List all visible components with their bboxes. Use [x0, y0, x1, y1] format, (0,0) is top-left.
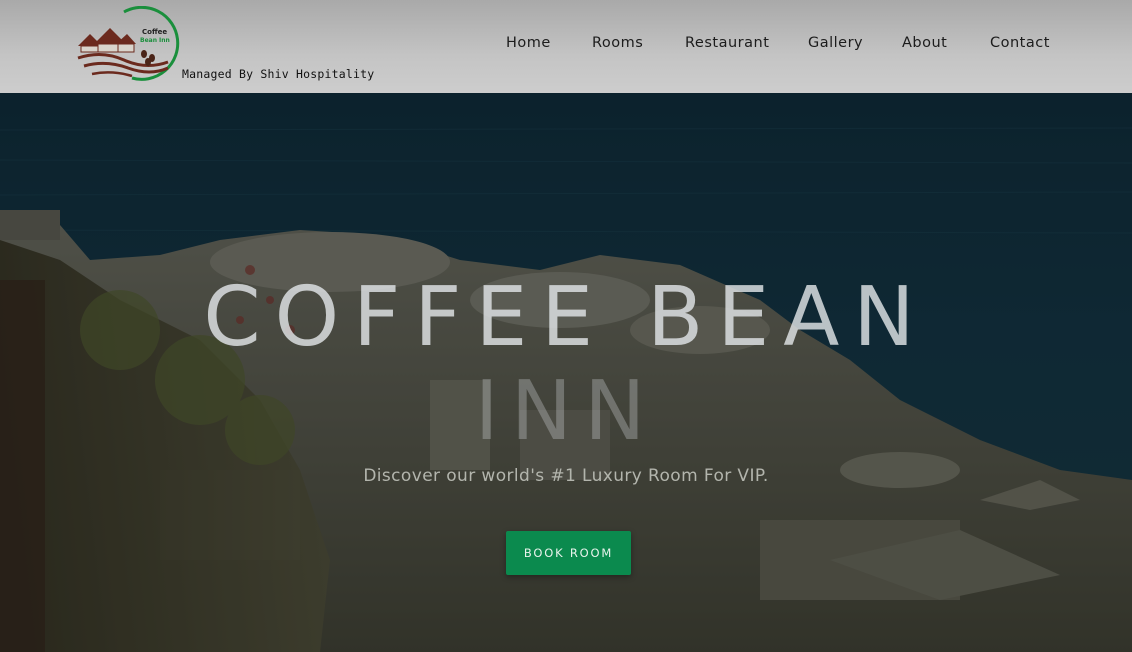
nav-home[interactable]: Home [506, 35, 551, 51]
book-room-button[interactable]: BOOK ROOM [506, 531, 631, 575]
main-nav: Home Rooms Restaurant Gallery About Cont… [0, 35, 1132, 57]
hero-title-line1: COFFEE BEAN [203, 270, 929, 365]
nav-gallery[interactable]: Gallery [808, 35, 863, 51]
logo-tagline: Managed By Shiv Hospitality [182, 67, 375, 81]
hero-title-line2: INN [474, 364, 658, 459]
nav-contact[interactable]: Contact [990, 35, 1050, 51]
nav-about[interactable]: About [902, 35, 947, 51]
nav-rooms[interactable]: Rooms [592, 35, 643, 51]
hero-subtitle: Discover our world's #1 Luxury Room For … [363, 466, 769, 486]
site-header: Coffee Bean Inn Managed By Shiv Hospital… [0, 0, 1132, 93]
nav-restaurant[interactable]: Restaurant [685, 35, 769, 51]
